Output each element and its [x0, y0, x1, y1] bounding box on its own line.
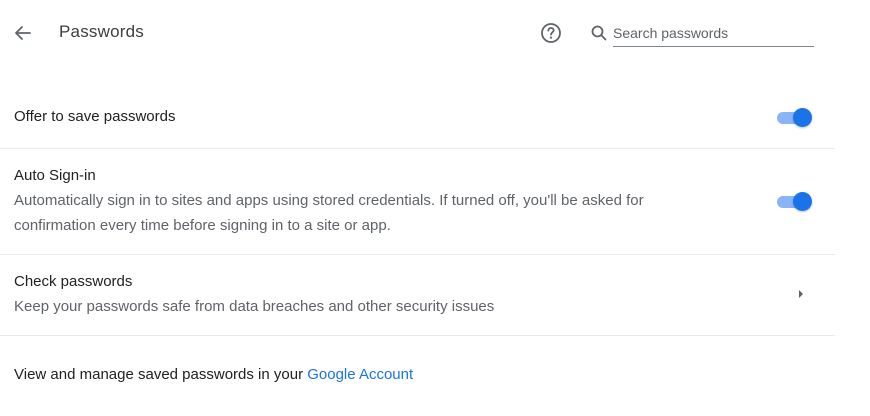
offer-to-save-toggle[interactable] — [775, 107, 812, 127]
auto-sign-in-row: Auto Sign-in Automatically sign in to si… — [0, 148, 835, 254]
toggle-knob — [793, 192, 812, 211]
toggle-knob — [793, 108, 812, 127]
offer-to-save-label: Offer to save passwords — [14, 108, 176, 125]
page-title: Passwords — [59, 22, 144, 41]
arrow-left-icon — [15, 26, 31, 40]
offer-to-save-row: Offer to save passwords — [0, 90, 835, 148]
check-passwords-label: Check passwords — [14, 273, 133, 290]
auto-sign-in-label: Auto Sign-in — [14, 167, 96, 184]
help-button[interactable] — [539, 21, 563, 45]
manage-passwords-text: View and manage saved passwords in your … — [14, 366, 413, 383]
search-box — [588, 18, 814, 48]
page-header: Passwords — [0, 0, 835, 64]
auto-sign-in-description: Automatically sign in to sites and apps … — [14, 192, 644, 234]
search-icon — [591, 25, 607, 41]
check-passwords-description: Keep your passwords safe from data breac… — [14, 298, 495, 315]
auto-sign-in-toggle[interactable] — [775, 191, 812, 211]
manage-passwords-prefix: View and manage saved passwords in your — [14, 366, 308, 383]
check-passwords-chevron-button[interactable] — [792, 285, 810, 303]
chevron-right-icon — [799, 290, 803, 298]
passwords-page: Passwords Offer to save passwords Auto S… — [0, 0, 870, 416]
search-input[interactable] — [613, 20, 814, 47]
check-passwords-row[interactable]: Check passwords Keep your passwords safe… — [0, 254, 835, 335]
back-button[interactable] — [10, 20, 36, 46]
google-account-link[interactable]: Google Account — [307, 366, 413, 383]
divider — [0, 335, 835, 336]
help-circle-icon — [541, 23, 561, 43]
